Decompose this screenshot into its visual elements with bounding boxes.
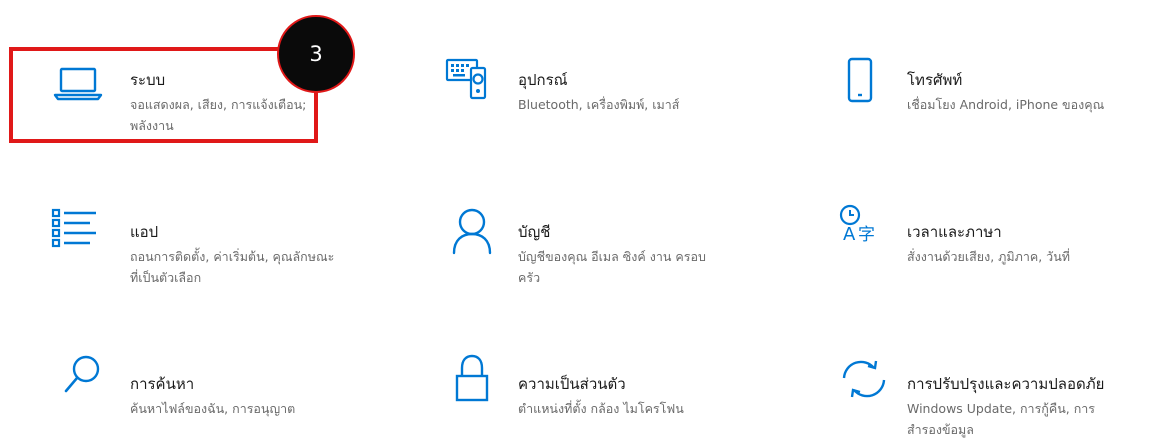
- desc-line: เชื่อมโยง Android, iPhone ของคุณ: [907, 97, 1105, 112]
- tile-description: Windows Update, การกู้คืน, การ สำรองข้อม…: [907, 398, 1095, 440]
- lock-icon: [455, 354, 503, 418]
- tile-title: บัญชี: [518, 223, 551, 241]
- tile-title: แอป: [130, 223, 159, 241]
- tile-description: เชื่อมโยง Android, iPhone ของคุณ: [907, 94, 1104, 115]
- tile-description: ค้นหาไฟล์ของฉัน, การอนุญาต: [130, 398, 295, 419]
- desc-line: ที่เป็นตัวเลือก: [130, 270, 202, 285]
- desc-line: ค้นหาไฟล์ของฉัน, การอนุญาต: [130, 401, 296, 416]
- tile-devices[interactable]: อุปกรณ์ Bluetooth, เครื่องพิมพ์, เมาส์: [445, 58, 745, 126]
- tile-description: สั่งงานด้วยเสียง, ภูมิภาค, วันที่: [907, 246, 1070, 267]
- sync-icon: [840, 360, 888, 418]
- tile-update-security[interactable]: การปรับปรุงและความปลอดภัย Windows Update…: [840, 360, 1152, 440]
- desc-line: สำรองข้อมูล: [907, 422, 974, 437]
- tile-phone[interactable]: โทรศัพท์ เชื่อมโยง Android, iPhone ของคุ…: [846, 57, 1151, 126]
- phone-icon: [846, 57, 894, 114]
- tile-title: ความเป็นส่วนตัว: [518, 375, 626, 393]
- desc-line: สั่งงานด้วยเสียง, ภูมิภาค, วันที่: [907, 249, 1070, 264]
- tile-title: เวลาและภาษา: [907, 223, 1002, 241]
- tile-description: ตำแหน่งที่ตั้ง กล้อง ไมโครโฟน: [518, 398, 684, 419]
- step-badge: 3: [277, 15, 355, 93]
- tile-title: โทรศัพท์: [907, 71, 963, 89]
- tile-search[interactable]: การค้นหา ค้นหาไฟล์ของฉัน, การอนุญาต: [62, 355, 352, 430]
- person-icon: [450, 208, 498, 266]
- tile-apps[interactable]: แอป ถอนการติดตั้ง, ค่าเริ่มต้น, คุณลักษณ…: [50, 208, 350, 290]
- tile-description: บัญชีของคุณ อีเมล ซิงค์ งาน ครอบ ครัว: [518, 246, 706, 288]
- tile-title: อุปกรณ์: [518, 71, 568, 89]
- desc-line: ตำแหน่งที่ตั้ง กล้อง ไมโครโฟน: [518, 401, 684, 416]
- svg-text:字: 字: [858, 225, 875, 245]
- search-icon: [62, 355, 110, 418]
- tile-title: การปรับปรุงและความปลอดภัย: [907, 375, 1105, 393]
- settings-home: ระบบ จอแสดงผล, เสียง, การแจ้งเตือน; พลัง…: [0, 0, 1157, 441]
- svg-text:A: A: [843, 224, 856, 245]
- highlight-box: [9, 47, 318, 143]
- desc-line: ถอนการติดตั้ง, ค่าเริ่มต้น, คุณลักษณะ: [130, 249, 335, 264]
- tile-description: ถอนการติดตั้ง, ค่าเริ่มต้น, คุณลักษณะ ที…: [130, 246, 334, 288]
- desc-line: บัญชีของคุณ อีเมล ซิงค์ งาน ครอบ: [518, 249, 706, 264]
- tile-time-language[interactable]: A 字 เวลาและภาษา สั่งงานด้วยเสียง, ภูมิภา…: [838, 204, 1148, 278]
- desc-line: ครัว: [518, 270, 541, 285]
- devices-icon: [445, 58, 493, 114]
- tile-privacy[interactable]: ความเป็นส่วนตัว ตำแหน่งที่ตั้ง กล้อง ไมโ…: [455, 354, 755, 430]
- desc-line: Windows Update, การกู้คืน, การ: [907, 401, 1096, 416]
- time-language-icon: A 字: [838, 204, 886, 266]
- tile-title: การค้นหา: [130, 375, 195, 393]
- tile-description: Bluetooth, เครื่องพิมพ์, เมาส์: [518, 94, 679, 115]
- tile-accounts[interactable]: บัญชี บัญชีของคุณ อีเมล ซิงค์ งาน ครอบ ค…: [450, 208, 760, 290]
- desc-line: Bluetooth, เครื่องพิมพ์, เมาส์: [518, 97, 680, 112]
- apps-list-icon: [50, 208, 98, 266]
